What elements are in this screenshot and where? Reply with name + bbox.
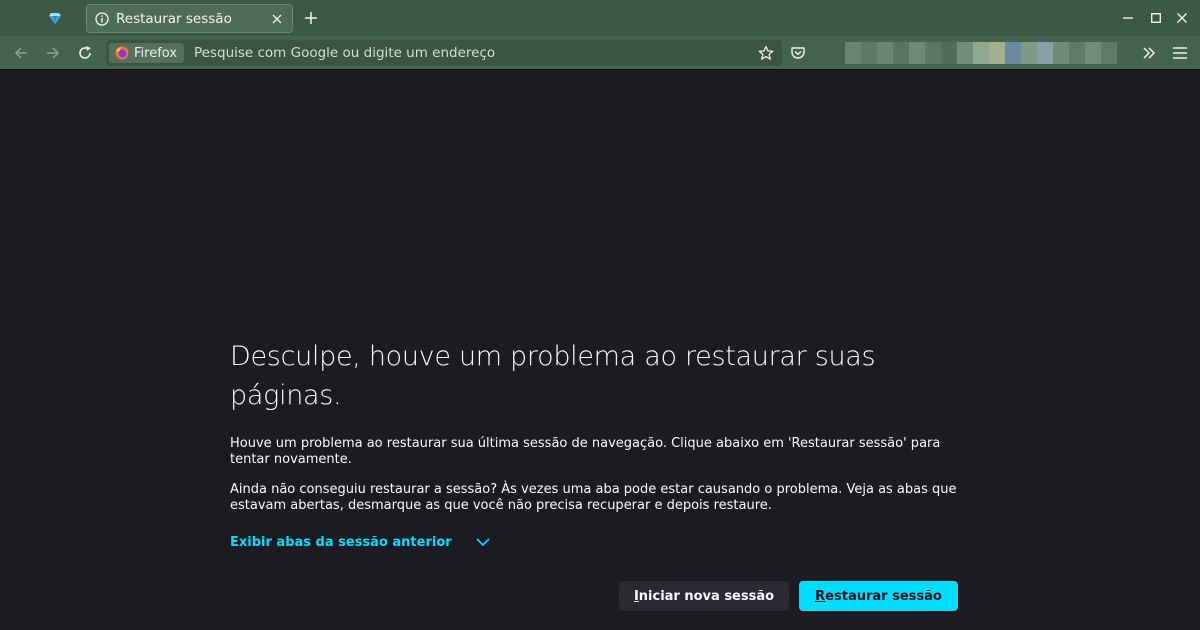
close-icon [1177, 13, 1187, 23]
info-icon [95, 11, 109, 26]
chevron-down-icon [476, 538, 490, 547]
bookmark-item[interactable] [877, 42, 893, 64]
browser-window: Restaurar sessão Firefox Pesquise com Go… [0, 0, 1200, 630]
bookmark-item[interactable] [1053, 42, 1069, 64]
arrow-right-icon [47, 47, 60, 59]
chevron-double-right-icon [1143, 47, 1156, 59]
reload-icon [79, 46, 91, 59]
close-icon [272, 14, 282, 24]
minimize-button[interactable] [1118, 8, 1138, 28]
bookmark-item[interactable] [1021, 42, 1037, 64]
tab-close-button[interactable] [268, 10, 286, 28]
close-window-button[interactable] [1172, 8, 1192, 28]
bookmark-item[interactable] [941, 42, 957, 64]
button-label: estaurar sessão [825, 588, 942, 604]
new-session-button[interactable]: Iniciar nova sessão [619, 581, 789, 611]
show-previous-tabs-toggle[interactable]: Exibir abas da sessão anterior [230, 535, 960, 550]
maximize-icon [1151, 13, 1161, 23]
bookmark-item[interactable] [1101, 42, 1117, 64]
maximize-button[interactable] [1146, 8, 1166, 28]
button-label: niciar nova sessão [638, 588, 775, 604]
bookmark-item[interactable] [957, 42, 973, 64]
bookmark-item[interactable] [1069, 42, 1085, 64]
overflow-button[interactable] [1137, 41, 1161, 65]
reload-button[interactable] [73, 41, 97, 65]
minimize-icon [1123, 17, 1133, 19]
bookmark-item[interactable] [893, 42, 909, 64]
hamburger-menu-icon [1173, 47, 1187, 59]
nav-bar: Firefox [0, 36, 1200, 70]
pinned-tab[interactable] [42, 6, 68, 30]
plus-icon [305, 12, 317, 24]
page-title: Desculpe, houve um problema ao restaurar… [230, 341, 876, 411]
diamond-favicon-icon [49, 13, 61, 24]
back-button[interactable] [9, 41, 33, 65]
tab-restore-session[interactable]: Restaurar sessão [86, 4, 293, 33]
bookmark-star-button[interactable] [756, 43, 776, 63]
arrow-left-icon [14, 47, 27, 59]
url-input[interactable] [194, 43, 744, 63]
identity-label: Firefox [134, 45, 178, 61]
session-restore-card: Desculpe, houve um problema ao restaurar… [230, 337, 960, 550]
page-content: Desculpe, houve um problema ao restaurar… [0, 71, 1200, 630]
action-buttons: Iniciar nova sessão Restaurar sessão [619, 581, 958, 611]
pocket-icon [791, 47, 805, 59]
new-tab-button[interactable] [300, 7, 322, 29]
error-description: Houve um problema ao restaurar sua últim… [230, 436, 941, 467]
app-menu-button[interactable] [1168, 41, 1192, 65]
star-icon [758, 45, 774, 60]
tab-strip: Restaurar sessão [0, 0, 1200, 36]
bookmark-item[interactable] [1037, 42, 1053, 64]
bookmark-item[interactable] [845, 42, 861, 64]
bookmark-item[interactable] [909, 42, 925, 64]
bookmark-item[interactable] [1005, 42, 1021, 64]
forward-button[interactable] [41, 41, 65, 65]
bookmark-item[interactable] [973, 42, 989, 64]
pocket-button[interactable] [786, 41, 810, 65]
bookmark-item[interactable] [925, 42, 941, 64]
firefox-logo-icon [115, 46, 129, 60]
toggle-label: Exibir abas da sessão anterior [230, 535, 452, 550]
accesskey-char: R [815, 588, 826, 604]
restore-session-button[interactable]: Restaurar sessão [799, 581, 958, 611]
identity-box[interactable]: Firefox [109, 43, 185, 63]
error-help-text: Ainda não conseguiu restaurar a sessão? … [230, 482, 957, 513]
tab-title: Restaurar sessão [116, 10, 232, 27]
url-bar[interactable]: Firefox [106, 40, 782, 66]
bookmark-item[interactable] [1085, 42, 1101, 64]
bookmarks-toolbar[interactable] [845, 42, 1117, 64]
bookmark-item[interactable] [989, 42, 1005, 64]
bookmark-item[interactable] [861, 42, 877, 64]
